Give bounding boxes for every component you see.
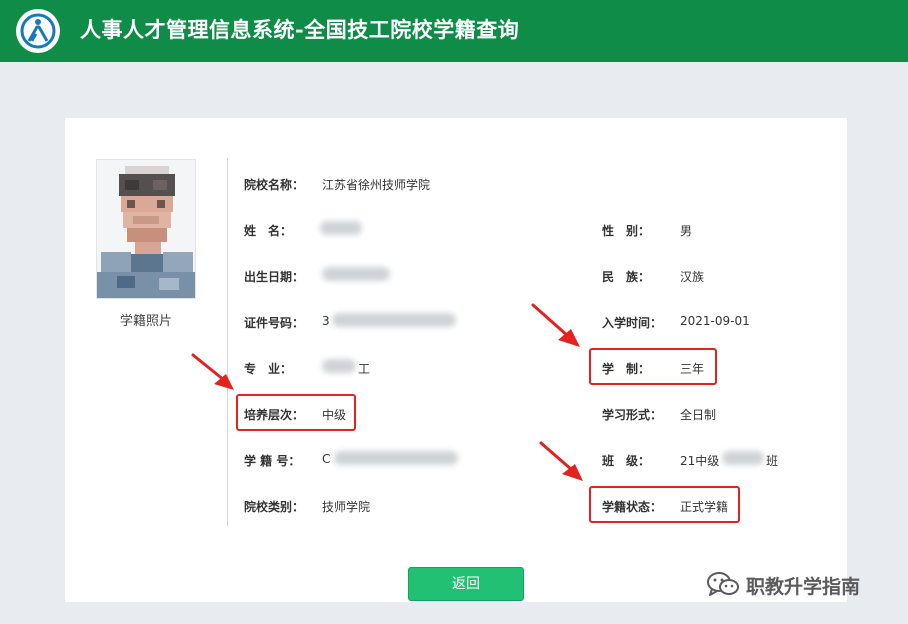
status-highlight-box: [589, 486, 740, 523]
enroll-time-label: 入学时间：: [602, 316, 663, 330]
arrow-to-status-icon: [539, 441, 583, 481]
arrow-to-duration-icon: [531, 303, 580, 347]
app-logo-icon: [16, 9, 60, 53]
app-title: 人事人才管理信息系统-全国技工院校学籍查询: [80, 17, 520, 42]
photo-caption: 学籍照片: [119, 314, 172, 329]
student-no-value: C: [322, 452, 331, 466]
app-header: 人事人才管理信息系统-全国技工院校学籍查询: [0, 0, 908, 62]
class-redacted: [722, 451, 764, 465]
school-name-label: 院校名称：: [244, 178, 305, 192]
wechat-icon: [707, 572, 739, 596]
student-no-label: 学 籍 号：: [244, 454, 301, 468]
ethnicity-label: 民 族：: [602, 270, 651, 284]
id-number-redacted: [332, 313, 456, 327]
major-value: 工: [358, 362, 371, 376]
class-value: 21中级: [680, 454, 720, 468]
school-type-value: 技师学院: [322, 500, 371, 514]
study-form-label: 学习形式：: [602, 408, 663, 422]
school-name-value: 江苏省徐州技师学院: [322, 178, 431, 192]
level-highlight-box: [236, 394, 356, 431]
arrow-to-level-icon: [191, 353, 234, 390]
birth-label: 出生日期：: [244, 270, 305, 284]
class-suffix: 班: [766, 454, 779, 468]
enroll-time-value: 2021-09-01: [680, 314, 750, 328]
id-number-value: 3: [322, 314, 330, 328]
ethnicity-value: 汉族: [680, 270, 705, 284]
student-photo: [96, 159, 196, 299]
gender-value: 男: [680, 224, 693, 238]
back-button[interactable]: 返回: [408, 567, 524, 601]
gender-label: 性 别：: [602, 224, 651, 238]
major-label: 专 业：: [244, 362, 293, 376]
divider: [227, 158, 228, 526]
watermark-text: 职教升学指南: [746, 576, 861, 598]
major-redacted: [322, 359, 356, 373]
name-redacted: [320, 221, 362, 235]
class-label: 班 级：: [602, 454, 651, 468]
school-type-label: 院校类别：: [244, 500, 305, 514]
study-form-value: 全日制: [680, 408, 717, 422]
duration-highlight-box: [589, 348, 717, 385]
id-number-label: 证件号码：: [244, 316, 305, 330]
birth-redacted: [322, 267, 390, 281]
student-no-redacted: [334, 451, 458, 465]
name-label: 姓 名：: [244, 224, 293, 238]
